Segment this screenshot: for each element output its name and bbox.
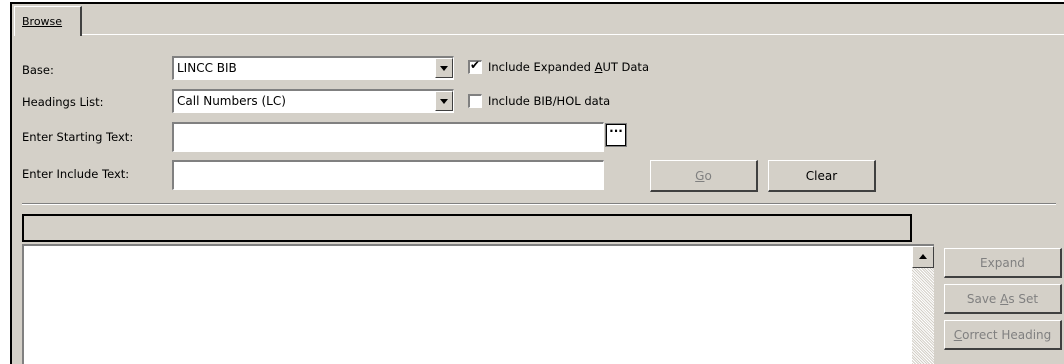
- checkmark-icon: ✔: [470, 58, 481, 72]
- headings-list-select[interactable]: Call Numbers (LC): [172, 89, 454, 113]
- results-list[interactable]: [22, 244, 934, 364]
- include-bib-hol-checkbox[interactable]: [468, 94, 482, 108]
- include-text-label: Enter Include Text:: [22, 167, 130, 181]
- base-select[interactable]: LINCC BIB: [172, 56, 454, 80]
- tab-divider: [82, 34, 1064, 35]
- tab-strip: [12, 4, 1064, 34]
- clear-button-label: Clear: [805, 168, 838, 183]
- ellipsis-icon[interactable]: ···: [605, 123, 627, 147]
- include-expanded-aut-label: Include Expanded AUT Data: [488, 60, 649, 74]
- include-text-input[interactable]: [172, 160, 604, 190]
- save-as-set-button[interactable]: Save As Set: [944, 284, 1062, 314]
- expand-button[interactable]: Expand: [944, 248, 1062, 278]
- separator-highlight: [22, 204, 1056, 205]
- starting-text-input[interactable]: [172, 122, 604, 152]
- clear-button[interactable]: Clear: [768, 160, 876, 192]
- base-select-value: LINCC BIB: [177, 61, 237, 75]
- tab-browse-label: Browse: [22, 15, 63, 28]
- chevron-down-icon[interactable]: [435, 58, 453, 78]
- headings-list-select-value: Call Numbers (LC): [177, 94, 286, 108]
- include-bib-hol-label: Include BIB/HOL data: [488, 94, 611, 108]
- results-header: [22, 214, 912, 242]
- scroll-up-icon[interactable]: [912, 246, 934, 268]
- starting-text-label: Enter Starting Text:: [22, 130, 134, 144]
- correct-heading-button[interactable]: Correct Heading: [944, 320, 1062, 350]
- headings-list-label: Headings List:: [22, 95, 104, 109]
- include-expanded-aut-checkbox[interactable]: ✔: [468, 58, 482, 74]
- tab-browse[interactable]: Browse: [14, 6, 82, 36]
- go-button[interactable]: Go: [650, 160, 758, 192]
- base-label: Base:: [22, 63, 54, 77]
- chevron-down-icon[interactable]: [435, 91, 453, 111]
